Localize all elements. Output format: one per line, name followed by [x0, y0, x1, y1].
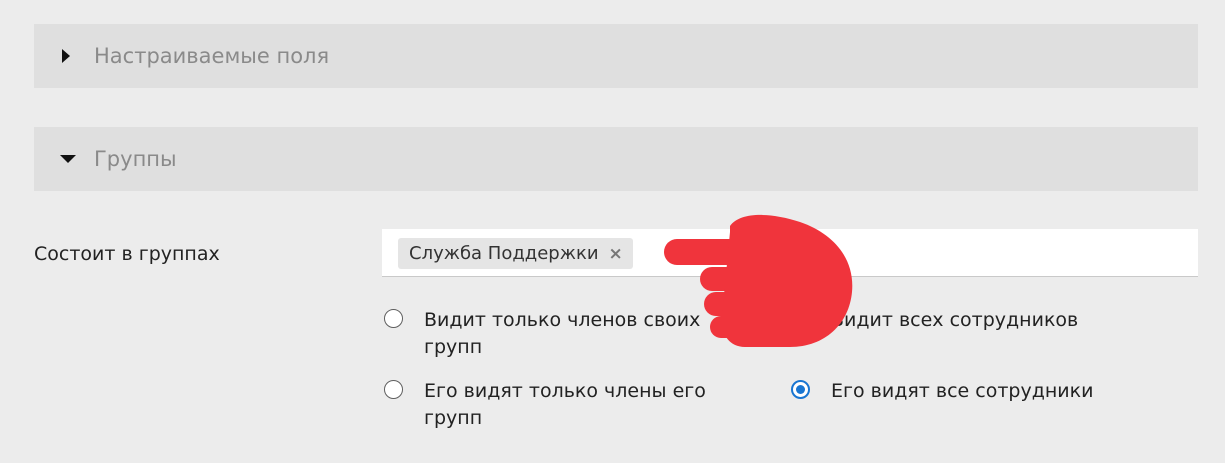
group-tag: Служба Поддержки × — [398, 238, 633, 269]
section-title-groups: Группы — [94, 147, 177, 171]
radio-seen-by-own-groups[interactable]: Его видят только члены его групп — [384, 378, 734, 432]
radio-circle-see-own[interactable] — [384, 309, 403, 328]
radio-circle-seen-own[interactable] — [384, 380, 403, 399]
caret-down-icon — [60, 155, 76, 163]
group-tag-label: Служба Поддержки — [409, 243, 599, 264]
section-header-custom-fields[interactable]: Настраиваемые поля — [34, 24, 1198, 88]
section-header-groups[interactable]: Группы — [34, 127, 1198, 191]
radio-seen-by-all-employees[interactable]: Его видят все сотрудники — [791, 378, 1141, 405]
remove-tag-icon[interactable]: × — [609, 244, 623, 264]
groups-field-label: Состоит в группах — [34, 243, 220, 265]
pointing-hand-icon — [664, 214, 853, 347]
radio-label-seen-own: Его видят только члены его групп — [424, 380, 706, 429]
caret-right-icon — [62, 49, 70, 63]
radio-circle-seen-all[interactable] — [791, 380, 810, 399]
radio-label-seen-all: Его видят все сотрудники — [831, 380, 1094, 402]
radio-label-see-all: Видит всех сотрудников — [831, 309, 1079, 331]
section-title-custom-fields: Настраиваемые поля — [94, 44, 330, 68]
